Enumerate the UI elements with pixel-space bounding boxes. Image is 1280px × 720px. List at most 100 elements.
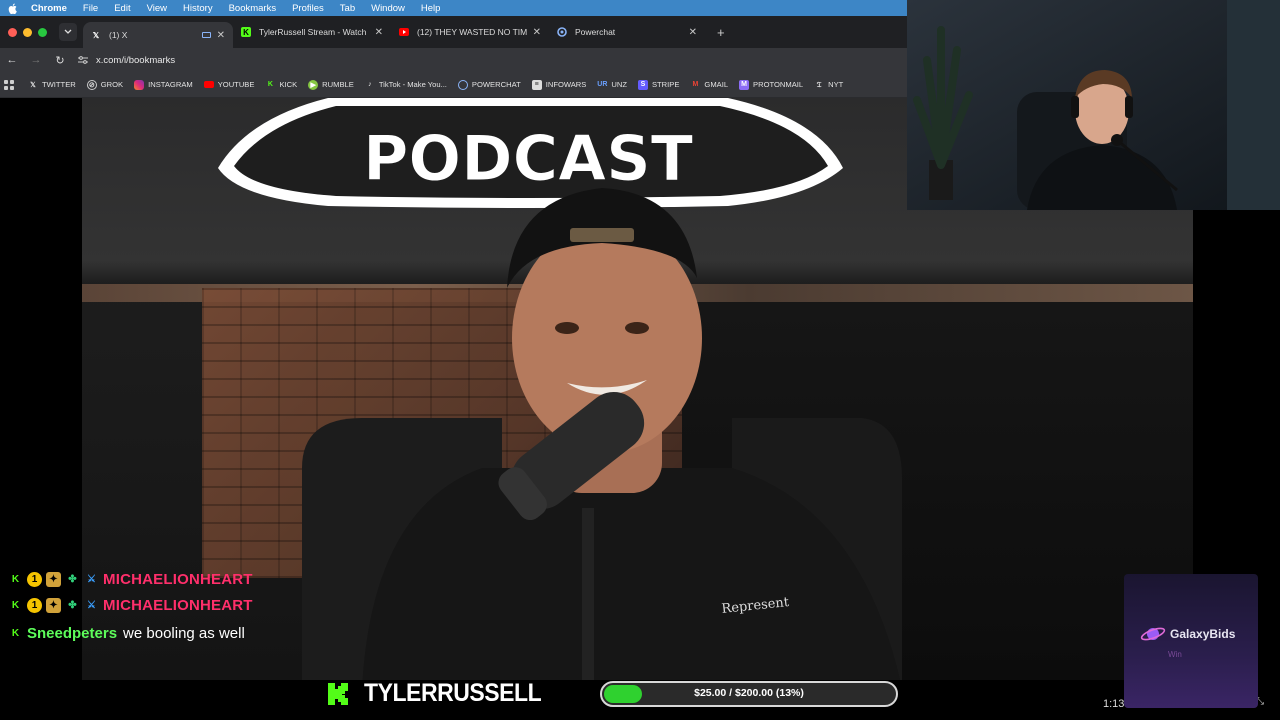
powerchat-icon <box>557 27 567 37</box>
menu-window[interactable]: Window <box>371 3 405 14</box>
chat-message: K Sneedpeters we booling as well <box>8 620 328 646</box>
bookmark-rumble[interactable]: ▶ RUMBLE <box>308 79 354 90</box>
close-tab-icon[interactable]: ✕ <box>375 27 383 38</box>
bookmark-kick[interactable]: K KICK <box>265 80 297 90</box>
url-text: x.com/i/bookmarks <box>96 54 176 66</box>
back-button[interactable]: ← <box>0 54 24 66</box>
menu-bookmarks[interactable]: Bookmarks <box>229 3 277 14</box>
close-tab-icon[interactable]: ✕ <box>217 30 225 41</box>
tab-x[interactable]: 𝕏 (1) X ✕ <box>83 22 233 48</box>
galaxybids-name: GalaxyBids <box>1170 627 1236 641</box>
bookmark-label: POWERCHAT <box>471 80 521 89</box>
tab-title: (12) THEY WASTED NO TIME <box>417 27 527 37</box>
tab-powerchat[interactable]: Powerchat ✕ <box>549 20 705 44</box>
bookmark-label: GMAIL <box>704 80 729 89</box>
instagram-icon <box>134 79 145 90</box>
menu-app-chrome[interactable]: Chrome <box>31 3 67 14</box>
x-icon: 𝕏 <box>30 81 36 89</box>
apps-grid-icon[interactable] <box>4 79 14 90</box>
clover-badge-icon: ✤ <box>68 573 77 585</box>
menu-tab[interactable]: Tab <box>340 3 355 14</box>
tab-kick-stream[interactable]: K TylerRussell Stream - Watch Li ✕ <box>233 20 391 44</box>
bookmark-protonmail[interactable]: M PROTONMAIL <box>739 79 804 90</box>
sword-badge-icon: ⚔ <box>87 599 96 611</box>
galaxybids-logo: GalaxyBids <box>1140 624 1235 644</box>
bookmark-tiktok[interactable]: ♪ TikTok - Make You... <box>365 80 447 90</box>
infowars-icon: ≡ <box>531 79 542 90</box>
bookmark-label: PROTONMAIL <box>753 80 804 89</box>
menu-file[interactable]: File <box>83 3 98 14</box>
menu-profiles[interactable]: Profiles <box>292 3 324 14</box>
galaxybids-tagline: Win <box>1168 650 1182 659</box>
cast-icon <box>201 32 211 38</box>
bookmark-twitter[interactable]: 𝕏 TWITTER <box>28 80 76 90</box>
menu-view[interactable]: View <box>147 3 167 14</box>
tiktok-icon: ♪ <box>368 81 372 88</box>
close-tab-icon[interactable]: ✕ <box>689 27 697 38</box>
bookmark-youtube[interactable]: YOUTUBE <box>203 80 255 89</box>
menu-edit[interactable]: Edit <box>114 3 130 14</box>
bookmark-infowars[interactable]: ≡ INFOWARS <box>531 79 587 90</box>
bookmark-nyt[interactable]: 𝔗 NYT <box>814 79 844 90</box>
tab-youtube[interactable]: (12) THEY WASTED NO TIME ✕ <box>391 20 549 44</box>
stripe-icon: S <box>637 79 648 90</box>
close-window-button[interactable] <box>8 27 17 37</box>
tab-title: Powerchat <box>575 27 616 37</box>
kick-icon: K <box>241 27 251 37</box>
nyt-icon: 𝔗 <box>816 79 822 89</box>
streamer-name: TYLERRUSSELL <box>364 679 542 707</box>
chat-overlay: K 1 ✦ ✤ ⚔ MICHAELIONHEART K 1 ✦ ✤ ⚔ MICH… <box>8 566 328 646</box>
streamer-webcam <box>907 0 1280 210</box>
bookmark-label: YOUTUBE <box>217 80 255 89</box>
gift-badge-icon: ✦ <box>46 597 61 613</box>
menu-history[interactable]: History <box>183 3 213 14</box>
tab-title: (1) X <box>109 30 128 40</box>
bookmark-instagram[interactable]: INSTAGRAM <box>134 79 193 90</box>
close-tab-icon[interactable]: ✕ <box>533 27 541 38</box>
chevron-down-icon <box>64 29 72 34</box>
address-bar[interactable]: x.com/i/bookmarks <box>78 55 175 66</box>
bookmark-label: TikTok - Make You... <box>378 80 447 89</box>
bookmark-label: INFOWARS <box>545 80 587 89</box>
grok-icon: ⊘ <box>86 79 97 90</box>
bookmark-unz[interactable]: UR UNZ <box>597 80 627 90</box>
chat-message: K 1 ✦ ✤ ⚔ MICHAELIONHEART <box>8 592 328 618</box>
bookmark-powerchat[interactable]: POWERCHAT <box>457 79 521 90</box>
reload-button[interactable]: ↻ <box>48 54 72 67</box>
new-tab-button[interactable]: + <box>717 25 725 40</box>
x-icon: 𝕏 <box>92 30 100 40</box>
unz-icon: UR <box>597 81 608 88</box>
tab-strip: 𝕏 (1) X ✕ K TylerRussell Stream - Watch … <box>0 16 907 48</box>
bookmark-label: UNZ <box>611 80 627 89</box>
bookmark-label: TWITTER <box>42 80 76 89</box>
webcam-scene <box>907 0 1280 210</box>
kick-logo-icon <box>328 682 348 705</box>
bookmark-grok[interactable]: ⊘ GROK <box>86 79 124 90</box>
bookmark-gmail[interactable]: M GMAIL <box>690 80 728 90</box>
bookmark-label: RUMBLE <box>322 80 354 89</box>
donation-goal-bar: $25.00 / $200.00 (13%) <box>600 681 898 707</box>
menu-help[interactable]: Help <box>421 3 441 14</box>
one-month-badge-icon: 1 <box>27 597 42 613</box>
one-month-badge-icon: 1 <box>27 571 42 587</box>
guest-figure: Represent <box>302 188 902 680</box>
apple-icon[interactable] <box>8 3 18 14</box>
protonmail-icon: M <box>739 79 750 90</box>
minimize-window-button[interactable] <box>23 27 32 37</box>
galaxybids-promo[interactable]: GalaxyBids Win <box>1124 574 1258 708</box>
tab-title: TylerRussell Stream - Watch Li <box>259 27 369 37</box>
chat-username: MICHAELIONHEART <box>103 596 253 614</box>
bookmark-stripe[interactable]: S STRIPE <box>637 79 679 90</box>
forward-button[interactable]: → <box>24 54 48 66</box>
tab-search-button[interactable] <box>59 23 77 41</box>
kick-icon: K <box>267 81 273 88</box>
site-info-icon[interactable] <box>78 56 88 64</box>
kick-icon: K <box>11 627 20 639</box>
window-controls <box>8 27 47 37</box>
gift-badge-icon: ✦ <box>46 571 61 587</box>
youtube-icon <box>399 27 409 37</box>
bookmark-label: GROK <box>100 80 124 89</box>
kick-icon: K <box>11 573 20 585</box>
chat-message: K 1 ✦ ✤ ⚔ MICHAELIONHEART <box>8 566 328 592</box>
maximize-window-button[interactable] <box>38 27 47 37</box>
